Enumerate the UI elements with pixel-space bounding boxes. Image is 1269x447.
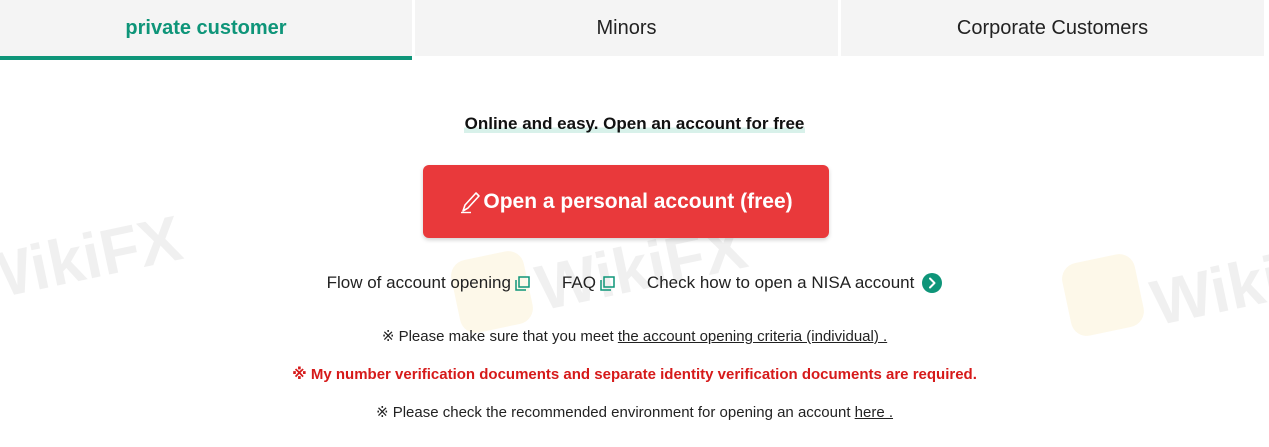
tab-label: private customer: [125, 16, 287, 39]
link-label: Flow of account opening: [326, 273, 511, 292]
tab-label: Minors: [596, 16, 657, 39]
account-opening-criteria-link[interactable]: the account opening criteria (individual…: [618, 328, 887, 345]
chevron-right-circle-icon: [922, 273, 943, 293]
recommended-environment-link[interactable]: here .: [855, 404, 893, 421]
note-text: ※ My number verification documents and s…: [292, 366, 977, 383]
link-label: Check how to open a NISA account: [646, 273, 915, 292]
cta-label: Open a personal account (free): [483, 189, 793, 213]
tab-private-customer[interactable]: private customer: [0, 0, 412, 60]
faq-link[interactable]: FAQ: [562, 273, 615, 293]
link-label: FAQ: [561, 273, 596, 292]
watermark-text: WikiFX: [0, 201, 188, 317]
nisa-account-link[interactable]: Check how to open a NISA account: [646, 273, 943, 293]
documents-required-note: ※ My number verification documents and s…: [0, 365, 1269, 383]
note-text: ※ Please check the recommended environme…: [375, 404, 855, 421]
recommended-environment-note: ※ Please check the recommended environme…: [0, 403, 1269, 421]
criteria-note: ※ Please make sure that you meet the acc…: [0, 327, 1269, 345]
open-personal-account-button[interactable]: Open a personal account (free): [423, 165, 829, 238]
tab-minors[interactable]: Minors: [415, 0, 838, 56]
pencil-icon: [459, 190, 483, 214]
tab-label: Corporate Customers: [956, 16, 1149, 39]
headline-text: Online and easy. Open an account for fre…: [463, 114, 806, 133]
watermark-logo-icon: [1059, 251, 1147, 339]
customer-type-tabs: private customer Minors Corporate Custom…: [0, 0, 1269, 60]
tab-corporate-customers[interactable]: Corporate Customers: [841, 0, 1264, 56]
headline: Online and easy. Open an account for fre…: [0, 114, 1269, 134]
external-window-icon: [600, 275, 615, 291]
external-window-icon: [515, 275, 530, 291]
help-links: Flow of account opening FAQ Check how to…: [0, 273, 1269, 293]
note-text: ※ Please make sure that you meet: [381, 328, 618, 345]
flow-of-account-opening-link[interactable]: Flow of account opening: [327, 273, 530, 293]
